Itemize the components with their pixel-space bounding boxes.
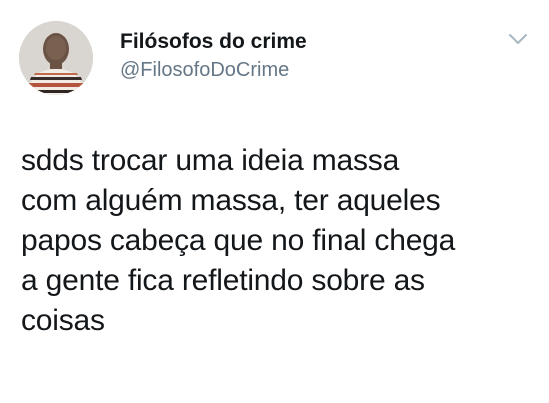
user-handle[interactable]: @FilosofoDoCrime [120, 59, 289, 82]
chevron-down-icon[interactable] [508, 32, 528, 46]
tweet-text-line: sdds trocar uma ideia massa [21, 144, 400, 177]
tweet-text: sdds trocar uma ideia massa com alguém m… [21, 141, 536, 341]
tweet-card: Filósofos do crime @FilosofoDoCrime sdds… [0, 0, 549, 403]
tweet-text-line: com alguém massa, ter aqueles [21, 184, 441, 217]
tweet-text-line: papos cabeça que no final chega [21, 224, 456, 257]
tweet-text-line: coisas [21, 304, 105, 337]
tweet-text-line: a gente fica refletindo sobre as [21, 264, 425, 297]
profile-photo-icon [19, 21, 93, 95]
avatar[interactable] [19, 21, 93, 95]
display-name[interactable]: Filósofos do crime [120, 30, 307, 54]
